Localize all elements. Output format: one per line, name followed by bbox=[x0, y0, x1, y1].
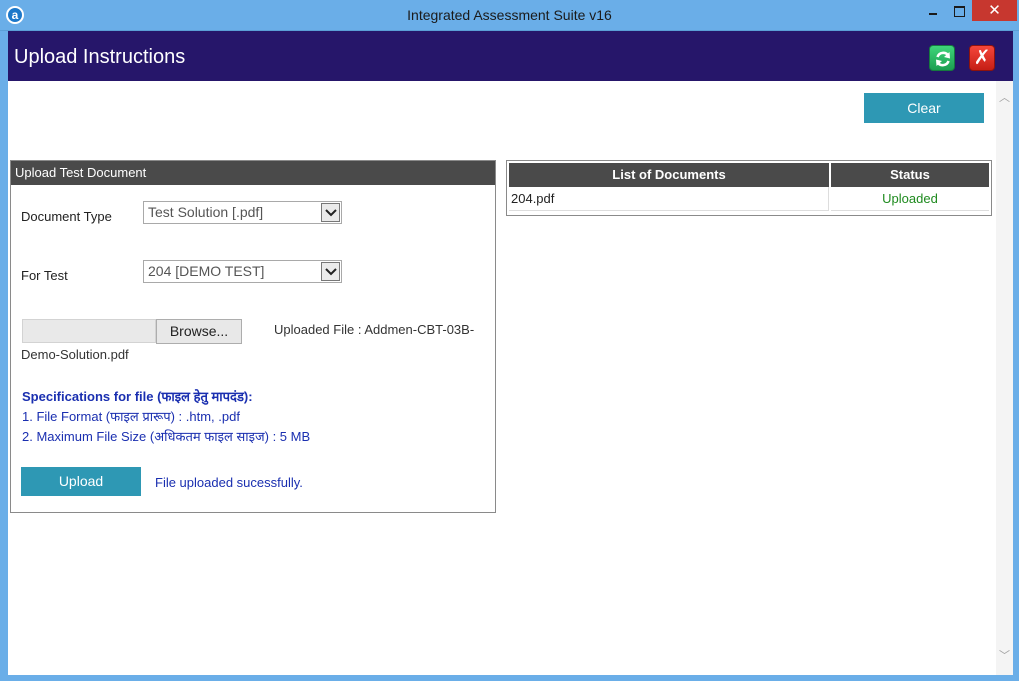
chevron-down-icon[interactable] bbox=[321, 203, 340, 222]
specifications-title: Specifications for file (फाइल हेतु मापदं… bbox=[22, 389, 253, 404]
document-type-value: Test Solution [.pdf] bbox=[148, 204, 264, 220]
scroll-down-icon[interactable]: ﹀ bbox=[996, 647, 1013, 662]
window-close-button[interactable]: ✕ bbox=[972, 0, 1017, 21]
window-frame-bottom bbox=[0, 675, 1019, 681]
for-test-label: For Test bbox=[21, 268, 68, 283]
spec-item: 1. File Format (फाइल प्रारूप) : .htm, .p… bbox=[22, 409, 240, 424]
table-cell-document[interactable]: 204.pdf bbox=[509, 187, 829, 211]
document-type-label: Document Type bbox=[21, 209, 112, 224]
chevron-down-icon[interactable] bbox=[321, 262, 340, 281]
refresh-icon bbox=[936, 51, 950, 67]
table-cell-status: Uploaded bbox=[831, 187, 989, 211]
document-type-select[interactable]: Test Solution [.pdf] bbox=[143, 201, 342, 224]
page-title: Upload Instructions bbox=[14, 46, 186, 68]
uploaded-file-text: Uploaded File : Addmen-CBT-03B- bbox=[274, 322, 475, 337]
column-header-documents: List of Documents bbox=[509, 163, 829, 187]
scroll-up-icon[interactable]: ︿ bbox=[996, 89, 1013, 104]
minimize-button[interactable] bbox=[920, 0, 946, 21]
vertical-scrollbar[interactable]: ︿ ﹀ bbox=[996, 81, 1013, 675]
column-header-status: Status bbox=[831, 163, 989, 187]
for-test-select[interactable]: 204 [DEMO TEST] bbox=[143, 260, 342, 283]
panel-heading: Upload Test Document bbox=[11, 161, 495, 185]
window-frame-left bbox=[0, 31, 8, 681]
file-path-input[interactable] bbox=[22, 319, 156, 343]
window-titlebar: a Integrated Assessment Suite v16 ✕ bbox=[0, 0, 1019, 31]
uploaded-file-text-continued: Demo-Solution.pdf bbox=[21, 347, 129, 362]
window-frame-right bbox=[1013, 31, 1019, 681]
upload-test-document-panel: Upload Test Document Document Type Test … bbox=[10, 160, 496, 513]
browse-button[interactable]: Browse... bbox=[156, 319, 242, 344]
close-icon[interactable]: ✗ bbox=[969, 45, 995, 71]
maximize-button[interactable] bbox=[946, 0, 972, 21]
spec-item: 2. Maximum File Size (अधिकतम फाइल साइज) … bbox=[22, 429, 311, 444]
clear-button[interactable]: Clear bbox=[864, 93, 984, 123]
upload-status-message: File uploaded sucessfully. bbox=[155, 475, 303, 490]
documents-table: List of Documents Status 204.pdf Uploade… bbox=[506, 160, 992, 216]
page-header: Upload Instructions ✗ bbox=[8, 31, 1013, 81]
window-title: Integrated Assessment Suite v16 bbox=[407, 7, 612, 23]
upload-button[interactable]: Upload bbox=[21, 467, 141, 496]
refresh-button[interactable] bbox=[929, 45, 955, 71]
for-test-value: 204 [DEMO TEST] bbox=[148, 263, 265, 279]
